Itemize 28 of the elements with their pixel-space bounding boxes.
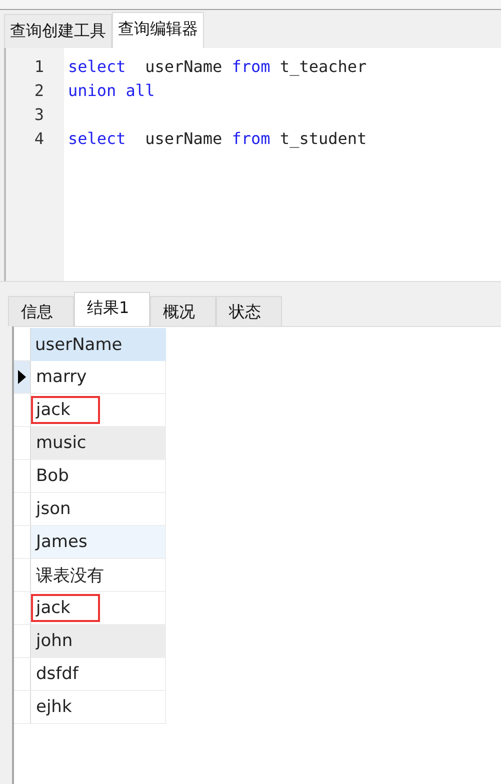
result-tab[interactable]: 信息 [8, 296, 74, 326]
current-row-icon [18, 370, 26, 384]
result-tab[interactable]: 概况 [150, 296, 216, 326]
result-tab[interactable]: 结果1 [74, 292, 150, 326]
line-number: 4 [33, 128, 44, 148]
sql-editor[interactable]: 1 select userName from t_teacher 2 union all 3 4 select userName from t_student [4, 48, 501, 281]
code-line: select userName from t_teacher [68, 56, 367, 76]
cell-text: json [34, 498, 72, 521]
cell-text: jack [31, 594, 100, 622]
cell-text: 课表没有 [35, 564, 105, 588]
cell-text: jack [31, 396, 100, 424]
cell-text: music [35, 432, 88, 455]
cell-text: marry [35, 366, 88, 389]
code-line: union all [68, 80, 155, 100]
cell-text: ejhk [35, 696, 73, 719]
code-line: select userName from t_student [68, 128, 367, 148]
cell-text: Bob [35, 465, 70, 488]
editor-tab[interactable]: 查询创建工具 [4, 14, 112, 48]
result-tab[interactable]: 状态 [216, 296, 282, 326]
line-number: 2 [33, 80, 44, 100]
row-header[interactable] [14, 361, 31, 394]
line-number: 1 [33, 56, 44, 76]
cell-text: James [34, 531, 88, 554]
cell-text: john [34, 630, 74, 653]
line-number: 3 [33, 104, 44, 124]
editor-tab[interactable]: 查询编辑器 [112, 12, 204, 48]
cell-text: dsfdf [35, 663, 80, 686]
column-header[interactable]: userName [31, 328, 166, 361]
